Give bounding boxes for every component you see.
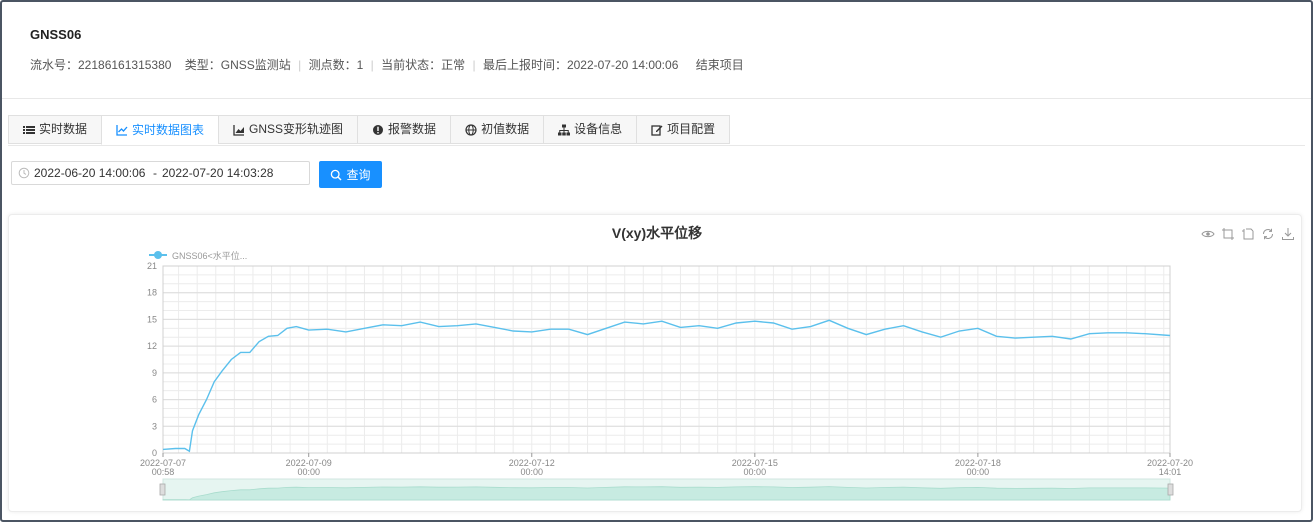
tab-alarm-data[interactable]: 报警数据 — [357, 115, 451, 144]
chart-title: V(xy)水平位移 — [612, 225, 702, 241]
tab-device-info[interactable]: 设备信息 — [543, 115, 637, 144]
tab-bar: 实时数据 实时数据图表 GNSS变形轨迹图 报警数据 初值数据 设备信息 项目配… — [8, 115, 731, 145]
zoom-reset-icon[interactable] — [1241, 227, 1255, 241]
divider: | — [472, 58, 476, 72]
plot-border — [162, 265, 1171, 454]
tab-label: GNSS变形轨迹图 — [249, 122, 344, 136]
x-tick-label: 00:00 — [520, 467, 543, 477]
start-date-input[interactable]: 2022-06-20 14:00:06 — [34, 166, 148, 180]
eye-icon[interactable] — [1201, 227, 1215, 241]
line-chart-icon — [116, 125, 128, 136]
tab-label: 实时数据 — [39, 122, 88, 136]
device-type: 类型：GNSS监测站 — [184, 58, 291, 72]
x-tick-label: 14:01 — [1159, 467, 1182, 477]
current-status: 当前状态：正常 — [381, 58, 466, 72]
last-report-time: 最后上报时间：2022-07-20 14:00:06 — [482, 58, 679, 72]
legend-marker — [154, 251, 162, 259]
zoom-select-icon[interactable] — [1221, 227, 1235, 241]
tab-divider — [8, 145, 1305, 146]
tab-label: 项目配置 — [667, 122, 716, 136]
search-icon — [331, 169, 342, 180]
point-count: 测点数：1 — [308, 58, 364, 72]
line-chart: V(xy)水平位移GNSS06<水平位...0369121518212022-0… — [140, 225, 1193, 501]
tab-realtime-chart[interactable]: 实时数据图表 — [101, 115, 219, 145]
datazoom-handle-right — [1167, 483, 1174, 496]
alert-icon — [373, 124, 384, 135]
serial-number: 流水号：22186161315380 — [30, 58, 172, 72]
y-tick-label: 18 — [147, 288, 157, 298]
edit-icon — [651, 124, 663, 136]
clock-icon — [18, 167, 30, 179]
divider: | — [298, 58, 302, 72]
end-date-input[interactable]: 2022-07-20 14:03:28 — [162, 166, 274, 180]
end-project-link[interactable]: 结束项目 — [696, 56, 744, 73]
tab-label: 报警数据 — [388, 122, 437, 136]
x-tick-label: 00:00 — [297, 467, 320, 477]
query-label: 查询 — [346, 168, 371, 182]
device-title: GNSS06 — [30, 27, 82, 42]
download-icon[interactable] — [1281, 227, 1295, 241]
y-tick-label: 0 — [152, 448, 157, 458]
tab-label: 设备信息 — [574, 122, 623, 136]
y-tick-label: 15 — [147, 314, 157, 324]
y-tick-label: 3 — [152, 421, 157, 431]
divider: | — [370, 58, 374, 72]
x-tick-label: 00:58 — [152, 467, 175, 477]
y-tick-label: 21 — [147, 261, 157, 271]
page-header: GNSS06 流水号：22186161315380 类型：GNSS监测站 | 测… — [2, 2, 1311, 99]
globe-icon — [465, 123, 477, 136]
y-tick-label: 9 — [152, 368, 157, 378]
area-chart-icon — [233, 124, 245, 136]
series-line — [162, 319, 1171, 453]
x-tick-label: 00:00 — [967, 467, 990, 477]
x-tick-label: 00:00 — [744, 467, 767, 477]
datazoom-preview — [162, 486, 1171, 501]
restore-icon[interactable] — [1261, 227, 1275, 241]
tab-project-config[interactable]: 项目配置 — [636, 115, 731, 144]
list-icon — [23, 125, 35, 134]
tab-label: 初值数据 — [481, 122, 530, 136]
range-separator: - — [153, 166, 157, 180]
device-meta: 流水号：22186161315380 类型：GNSS监测站 | 测点数：1 | … — [30, 56, 744, 73]
datazoom-handle-left — [159, 483, 166, 496]
chart-panel: V(xy)水平位移 GNSS06<水平位... 0 3 6 9 12 15 18 21 2022-0… — [8, 214, 1302, 512]
sitemap-icon — [558, 124, 571, 135]
chart-toolbox — [1201, 227, 1295, 241]
date-range-picker[interactable]: 2022-06-20 14:00:06 - 2022-07-20 14:03:2… — [11, 161, 310, 185]
legend-label: GNSS06<水平位... — [172, 250, 247, 261]
query-button[interactable]: 查询 — [319, 161, 382, 188]
tab-label: 实时数据图表 — [132, 122, 205, 137]
y-tick-label: 12 — [147, 341, 157, 351]
y-tick-label: 6 — [152, 395, 157, 405]
tab-gnss-trajectory[interactable]: GNSS变形轨迹图 — [218, 115, 358, 144]
tab-initial-data[interactable]: 初值数据 — [450, 115, 544, 144]
tab-realtime-data[interactable]: 实时数据 — [8, 115, 102, 144]
